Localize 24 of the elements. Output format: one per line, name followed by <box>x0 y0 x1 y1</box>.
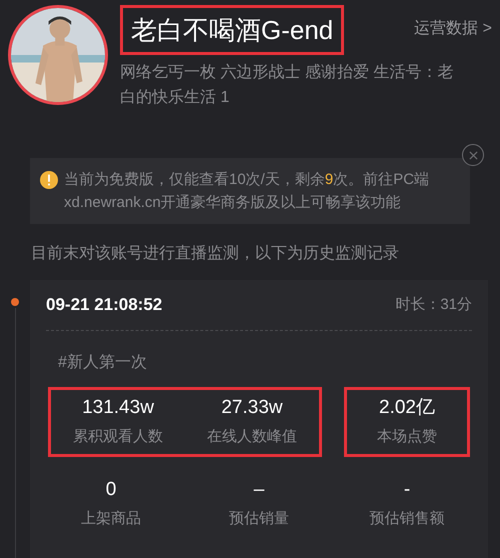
stat-value: 131.43w <box>82 396 154 420</box>
status-text: 目前末对该账号进行直播监测，以下为历史监测记录 <box>31 244 400 264</box>
warning-icon <box>40 171 58 189</box>
close-button[interactable] <box>462 144 484 166</box>
account-name: 老白不喝酒G-end <box>120 5 344 55</box>
record-time: 09-21 21:08:52 <box>46 294 162 316</box>
stat-label: 预估销售额 <box>370 508 444 528</box>
stat-value: 2.02亿 <box>379 396 435 420</box>
stat-value: 0 <box>106 478 116 502</box>
operations-data-link[interactable]: 运营数据 > <box>414 17 492 41</box>
stat-label: 在线人数峰值 <box>207 426 297 446</box>
stat-value: 27.33w <box>221 396 283 420</box>
close-icon <box>468 150 478 160</box>
stat-value: – <box>254 478 264 502</box>
duration-text: 时长：31分 <box>395 294 472 314</box>
stat-label: 上架商品 <box>81 508 141 528</box>
stat-label: 累积观看人数 <box>73 426 163 446</box>
stat-value: - <box>404 478 410 502</box>
stat-label: 本场点赞 <box>377 426 437 446</box>
account-bio: 网络乞丐一枚 六边形战士 感谢抬爱 生活号：老白的快乐生活 1 <box>120 62 454 108</box>
timeline-dot-icon <box>11 298 19 306</box>
notice-text: 当前为免费版，仅能查看10次/天，剩余9次。前往PC端 xd.newrank.cn开通豪华商务版及以上可畅享该功能 <box>64 170 430 213</box>
topic-tag: #新人第一次 <box>58 354 147 370</box>
stat-label: 预估销量 <box>229 508 289 528</box>
